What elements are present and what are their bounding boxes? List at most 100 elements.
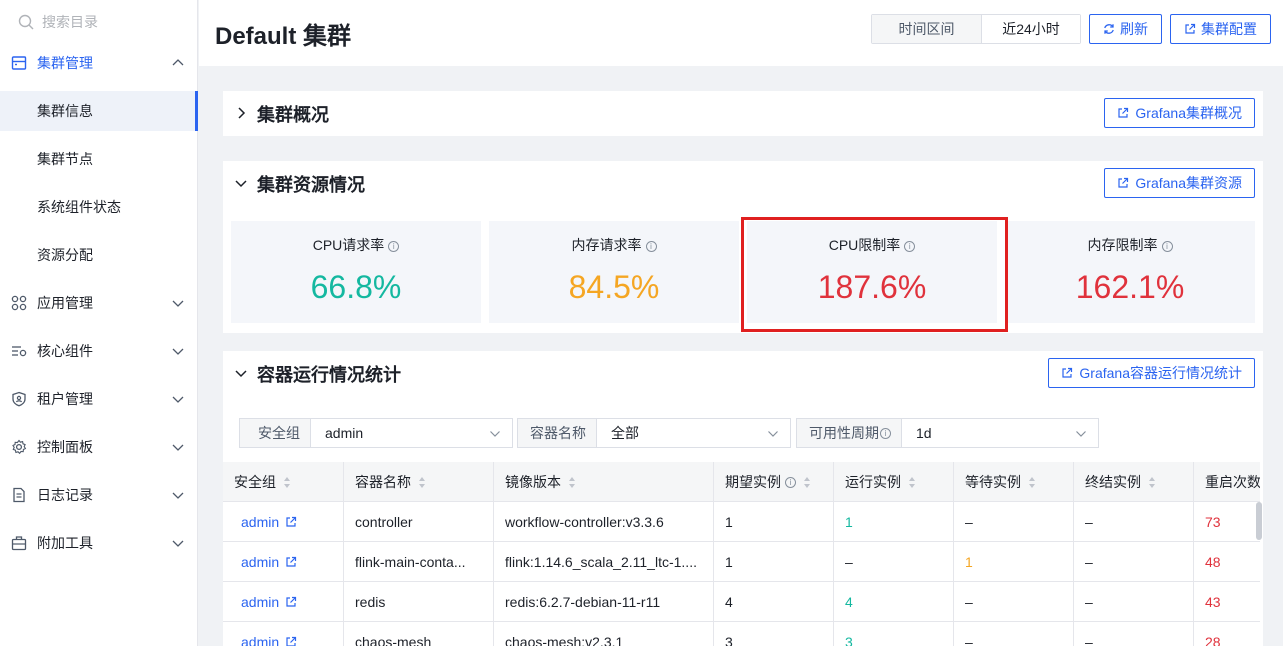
- column-label: 终结实例: [1085, 474, 1141, 490]
- sidebar-group-tenants[interactable]: 租户管理: [0, 379, 197, 419]
- search-placeholder: 搜索目录: [42, 14, 98, 30]
- highlight-annotation-box: [741, 217, 1008, 332]
- running-instances-cell: 4: [834, 582, 954, 622]
- sidebar-item-system-components[interactable]: 系统组件状态: [0, 187, 197, 227]
- external-link-icon[interactable]: [285, 556, 297, 568]
- chevron-down-icon: [235, 370, 247, 378]
- table-scrollbar[interactable]: [1256, 502, 1262, 540]
- security-group-link[interactable]: admin: [223, 502, 344, 542]
- cluster-overview-card: 集群概况 Grafana集群概况: [223, 91, 1263, 136]
- sidebar-item-label: 系统组件状态: [37, 199, 121, 215]
- container-name-cell: flink-main-conta...: [344, 542, 494, 582]
- sort-icon[interactable]: [419, 476, 426, 488]
- filter-value: admin: [325, 425, 364, 441]
- container-name-filter[interactable]: 容器名称 全部: [517, 418, 791, 448]
- sidebar: 搜索目录 集群管理 集群信息 集群节点 系统组件状态 资源分配 应用管理 核心组…: [0, 0, 198, 646]
- cell-text: –: [1085, 634, 1093, 646]
- external-link-icon[interactable]: [285, 516, 297, 528]
- column-header[interactable]: 安全组: [223, 462, 344, 502]
- security-group-filter[interactable]: 安全组 admin: [239, 418, 513, 448]
- external-link-icon: [1062, 367, 1073, 378]
- filter-select[interactable]: 1d: [902, 419, 1098, 447]
- sort-icon[interactable]: [284, 476, 291, 488]
- table-header: 安全组 容器名称 镜像版本 期望实例 i 运行实例 等待实例 终结实例 重启次数: [223, 462, 1260, 502]
- filter-select[interactable]: 全部: [597, 419, 790, 447]
- grafana-containers-button[interactable]: Grafana容器运行情况统计: [1048, 358, 1255, 388]
- search-icon: [18, 14, 34, 30]
- time-range-selector[interactable]: 时间区间 近24小时: [871, 14, 1081, 44]
- refresh-button[interactable]: 刷新: [1089, 14, 1162, 44]
- cluster-config-button[interactable]: 集群配置: [1170, 14, 1271, 44]
- cluster-icon: [11, 56, 27, 70]
- sidebar-group-label: 日志记录: [37, 487, 93, 503]
- cell-text: flink-main-conta...: [355, 554, 466, 570]
- desired-instances-cell: 3: [714, 622, 834, 646]
- cluster-overview-header[interactable]: 集群概况 Grafana集群概况: [223, 91, 1263, 137]
- sidebar-group-logs[interactable]: 日志记录: [0, 475, 197, 515]
- grafana-resources-button[interactable]: Grafana集群资源: [1104, 168, 1255, 198]
- security-group-link[interactable]: admin: [223, 582, 344, 622]
- metric-label: 内存请求率 i: [489, 235, 739, 255]
- sidebar-group-control-panel[interactable]: 控制面板: [0, 427, 197, 467]
- column-header[interactable]: 期望实例 i: [714, 462, 834, 502]
- filter-label: 安全组: [240, 419, 311, 447]
- column-header[interactable]: 等待实例: [954, 462, 1074, 502]
- info-icon[interactable]: i: [645, 241, 657, 252]
- sidebar-search[interactable]: 搜索目录: [0, 0, 197, 44]
- log-document-icon: [13, 487, 25, 503]
- column-label: 期望实例: [725, 474, 781, 490]
- terminated-instances-cell: –: [1074, 622, 1194, 646]
- desired-instances-cell: 1: [714, 502, 834, 542]
- table-row: admin chaos-mesh chaos-mesh:v2.3.1 3 3 – – 28: [223, 622, 1260, 646]
- sort-icon[interactable]: [1029, 476, 1036, 488]
- column-header[interactable]: 运行实例: [834, 462, 954, 502]
- cell-text: 28: [1205, 634, 1221, 646]
- sort-icon[interactable]: [804, 476, 811, 488]
- container-table: 安全组 容器名称 镜像版本 期望实例 i 运行实例 等待实例 终结实例 重启次数 …: [223, 462, 1260, 646]
- cell-text: workflow-controller:v3.3.6: [505, 514, 664, 530]
- cell-text: controller: [355, 514, 413, 530]
- info-icon[interactable]: i: [880, 427, 891, 439]
- column-label: 容器名称: [355, 474, 411, 490]
- time-range-label: 时间区间: [872, 15, 982, 43]
- cluster-resources-header[interactable]: 集群资源情况 Grafana集群资源: [223, 161, 1263, 207]
- security-group-link[interactable]: admin: [223, 542, 344, 582]
- column-header[interactable]: 镜像版本: [494, 462, 714, 502]
- external-link-icon[interactable]: [285, 596, 297, 608]
- info-icon[interactable]: i: [785, 476, 796, 488]
- sort-icon[interactable]: [1149, 476, 1156, 488]
- column-header[interactable]: 容器名称: [344, 462, 494, 502]
- column-header[interactable]: 终结实例: [1074, 462, 1194, 502]
- cluster-overview-title: 集群概况: [257, 105, 329, 125]
- sidebar-group-apps[interactable]: 应用管理: [0, 283, 197, 323]
- filter-select[interactable]: admin: [311, 419, 512, 447]
- column-header[interactable]: 重启次数: [1194, 462, 1260, 502]
- info-icon[interactable]: i: [388, 241, 400, 252]
- container-stats-header[interactable]: 容器运行情况统计 Grafana容器运行情况统计: [223, 351, 1263, 397]
- grafana-overview-button[interactable]: Grafana集群概况: [1104, 98, 1255, 128]
- cell-text: chaos-mesh: [355, 634, 432, 646]
- sort-icon[interactable]: [909, 476, 916, 488]
- sidebar-item-cluster-nodes[interactable]: 集群节点: [0, 139, 197, 179]
- info-icon[interactable]: i: [1161, 241, 1173, 252]
- sidebar-group-cluster[interactable]: 集群管理: [0, 43, 197, 83]
- sidebar-group-label: 应用管理: [37, 295, 93, 311]
- filter-label: 容器名称: [518, 419, 597, 447]
- sidebar-item-cluster-info[interactable]: 集群信息: [0, 91, 198, 131]
- cell-text: 73: [1205, 514, 1221, 530]
- sidebar-group-core-components[interactable]: 核心组件: [0, 331, 197, 371]
- time-range-value[interactable]: 近24小时: [982, 15, 1080, 43]
- availability-period-filter[interactable]: 可用性周期 i 1d: [796, 418, 1099, 448]
- sidebar-item-label: 资源分配: [37, 247, 93, 263]
- terminated-instances-cell: –: [1074, 502, 1194, 542]
- sidebar-item-resource-allocation[interactable]: 资源分配: [0, 235, 197, 275]
- sort-icon[interactable]: [569, 476, 576, 488]
- chevron-down-icon: [172, 300, 184, 307]
- waiting-instances-cell: –: [954, 502, 1074, 542]
- security-group-link[interactable]: admin: [223, 622, 344, 646]
- external-link-icon[interactable]: [285, 636, 297, 646]
- cell-text: –: [965, 594, 973, 610]
- sidebar-group-tools[interactable]: 附加工具: [0, 523, 197, 563]
- cell-text: admin: [241, 594, 280, 610]
- container-name-cell: chaos-mesh: [344, 622, 494, 646]
